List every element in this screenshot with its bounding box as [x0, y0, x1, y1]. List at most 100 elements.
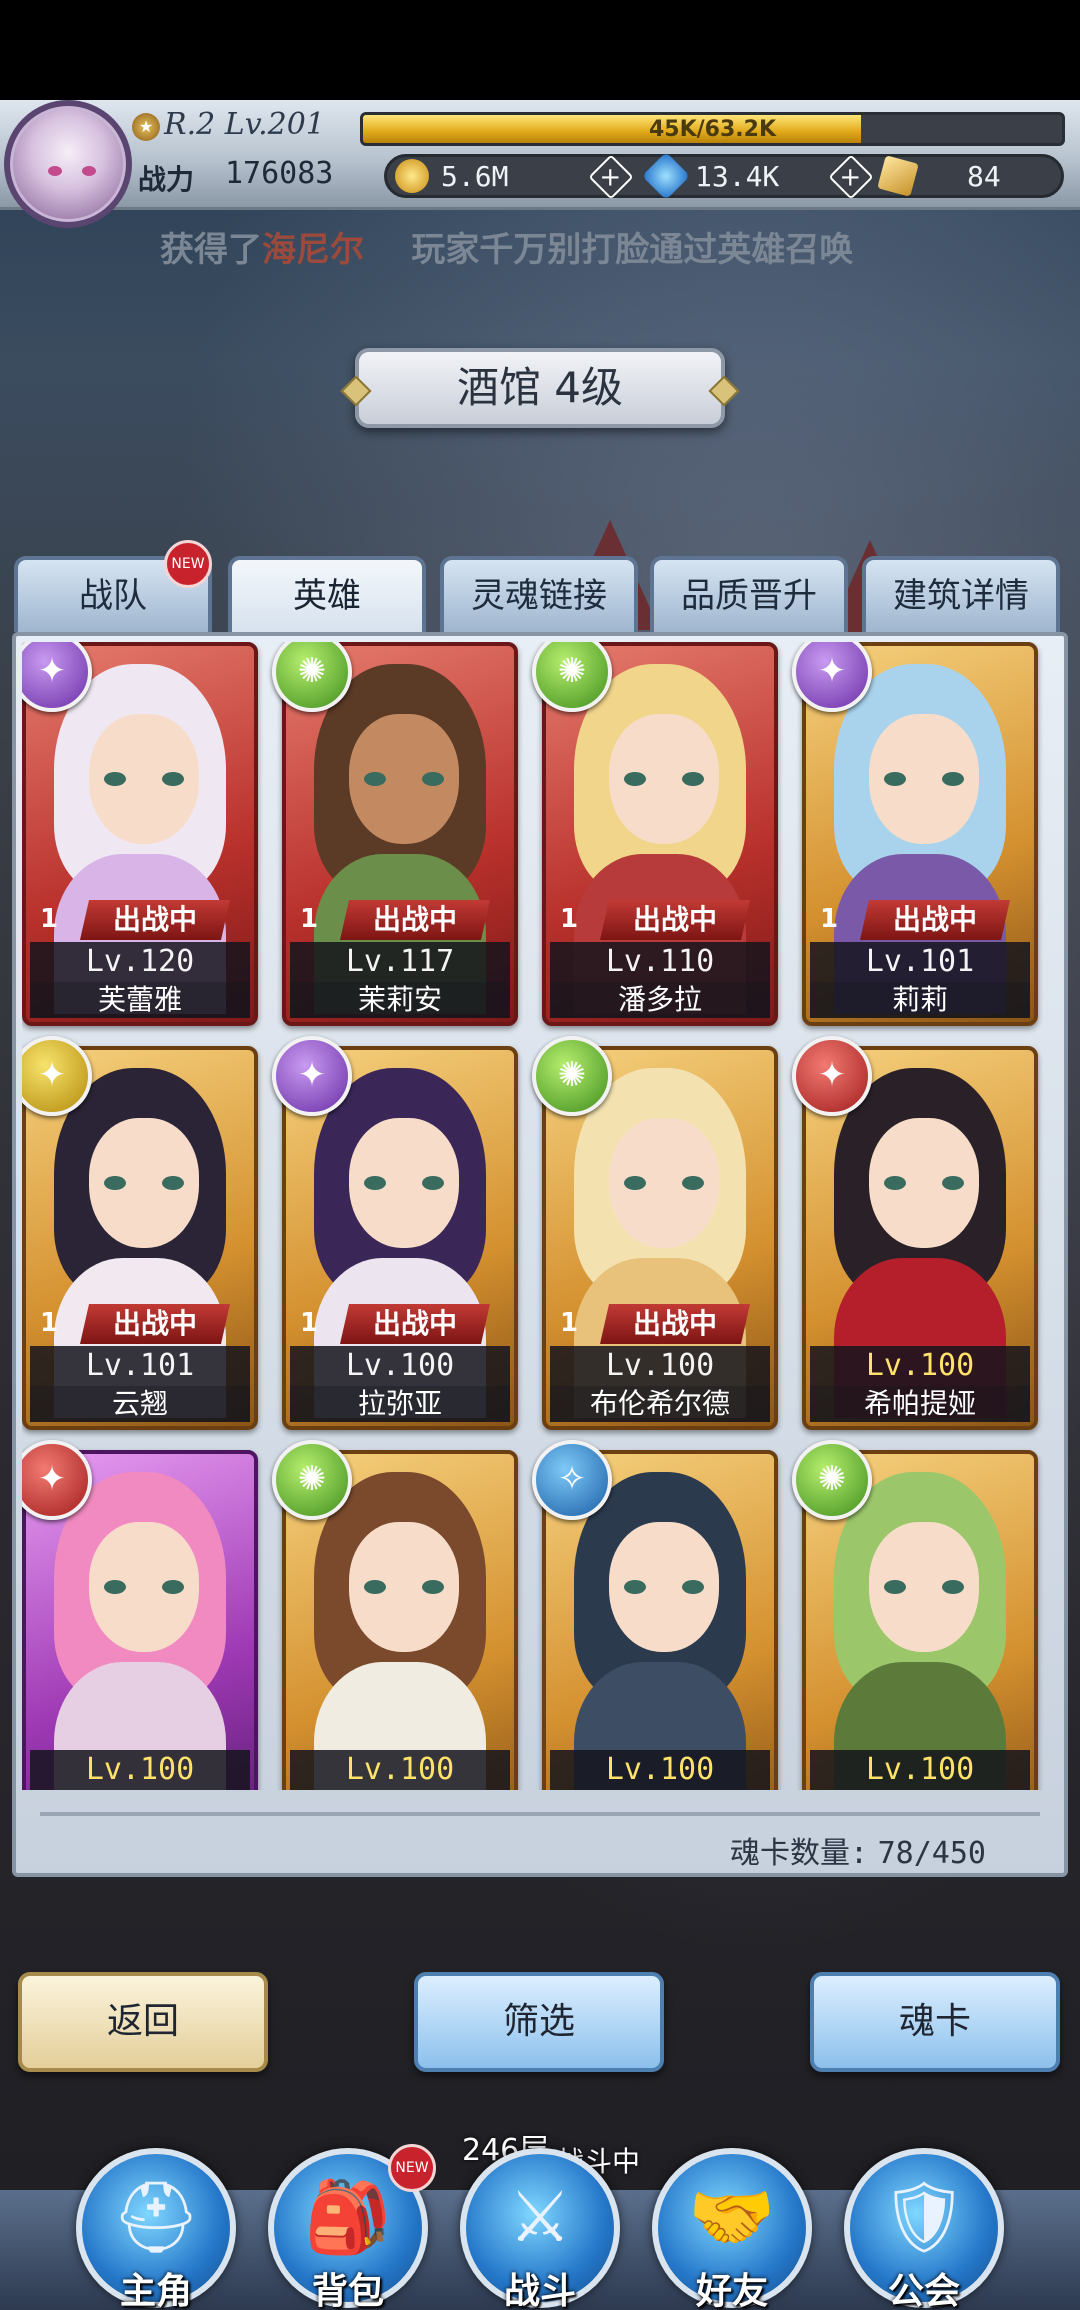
ticker-highlight: 海尼尔: [262, 230, 364, 270]
add-diamond-button[interactable]: +: [828, 154, 874, 200]
soul-card-count: 魂卡数量: 78/450: [730, 1828, 986, 1872]
xp-text: 45K/63.2K: [648, 117, 777, 142]
nav-guild-label: 公会: [887, 2271, 960, 2310]
tab-soul-link[interactable]: 灵魂链接: [440, 556, 638, 632]
hero-name: 潘多拉: [550, 982, 770, 1018]
element-green-icon: ✺: [272, 1440, 352, 1520]
hero-level: Lv.100: [550, 1750, 770, 1790]
hero-eyes: [104, 772, 184, 786]
hero-eyes: [364, 1580, 444, 1594]
handshake-icon: 🤝: [688, 2176, 776, 2258]
resource-card: 84: [877, 155, 1001, 197]
add-gold-button[interactable]: +: [588, 154, 634, 200]
deployed-ribbon: 出战中: [80, 1304, 230, 1344]
soul-card-count-value: 78/450: [877, 1836, 986, 1871]
hero-name: 拉弥亚: [290, 1386, 510, 1422]
tab-building-details[interactable]: 建筑详情: [862, 556, 1060, 632]
deployed-ribbon: 出战中: [80, 900, 230, 940]
hero-level: Lv.110: [550, 942, 770, 982]
page-title: 酒馆 4级: [355, 348, 725, 428]
deployed-ribbon: 出战中: [600, 1304, 750, 1344]
player-rank-level: R.2 Lv.201: [164, 107, 325, 142]
deployed-ribbon: 出战中: [340, 900, 490, 940]
guild-shield-icon: 🛡: [879, 2176, 969, 2258]
element-purple-icon: ✦: [272, 1036, 352, 1116]
deploy-slot-number: 1: [820, 904, 839, 934]
hero-level: Lv.101: [30, 1346, 250, 1386]
hero-eyes: [624, 772, 704, 786]
soul-card-count-label: 魂卡数量:: [730, 1836, 869, 1871]
element-blue-icon: ✧: [532, 1440, 612, 1520]
hero-level: Lv.101: [810, 942, 1030, 982]
hero-grid[interactable]: 1 出战中 Lv.120 芙蕾雅 ✦ 1 出战中 Lv.117 茉莉安 ✺ 1 出战中 Lv.110 潘多…: [22, 642, 1058, 1790]
hero-level: Lv.100: [30, 1750, 250, 1790]
avatar-eye: [82, 166, 96, 176]
element-green-icon: ✺: [532, 1036, 612, 1116]
deploy-slot-number: 1: [40, 904, 59, 934]
hero-level: Lv.117: [290, 942, 510, 982]
hero-level: Lv.100: [550, 1346, 770, 1386]
gold-value: 5.6M: [441, 159, 509, 193]
hero-eyes: [104, 1176, 184, 1190]
hero-name: 茉莉安: [290, 982, 510, 1018]
nav-battle-label: 战斗: [503, 2271, 576, 2310]
soul-card-button[interactable]: 魂卡: [810, 1972, 1060, 2072]
new-badge: NEW: [164, 540, 212, 588]
deployed-ribbon: 出战中: [340, 1304, 490, 1344]
back-button[interactable]: 返回: [18, 1972, 268, 2072]
player-avatar[interactable]: [4, 100, 132, 228]
deployed-ribbon: 出战中: [600, 900, 750, 940]
card-value: 84: [967, 159, 1001, 193]
gold-coin-icon: [395, 159, 429, 193]
hero-eyes: [884, 1176, 964, 1190]
filter-button[interactable]: 筛选: [414, 1972, 664, 2072]
resource-diamond: 13.4K: [641, 151, 780, 201]
hero-eyes: [624, 1176, 704, 1190]
rank-star-icon: ★: [132, 113, 160, 141]
hero-eyes: [884, 772, 964, 786]
hero-eyes: [364, 772, 444, 786]
hero-eyes: [364, 1176, 444, 1190]
announcement-ticker: 获得了海尼尔 玩家千万别打脸通过英雄召唤: [160, 222, 1020, 272]
deploy-slot-number: 1: [300, 904, 319, 934]
deploy-slot-number: 1: [300, 1308, 319, 1338]
hero-eyes: [104, 1580, 184, 1594]
tab-team-label: 战队: [79, 576, 147, 616]
nav-hero-label: 主角: [119, 2271, 192, 2310]
crossed-swords-icon: ⚔: [508, 2176, 572, 2258]
hero-name: 芙蕾雅: [30, 982, 250, 1018]
element-red-icon: ✦: [792, 1036, 872, 1116]
hero-level: Lv.100: [810, 1346, 1030, 1386]
helmet-icon: ⛑: [111, 2176, 201, 2258]
xp-progress-bar: 45K/63.2K: [360, 112, 1065, 146]
hero-name: 希帕提娅: [810, 1386, 1030, 1422]
power-value: 176083: [225, 156, 334, 191]
gold-card-icon: [877, 155, 919, 197]
player-rank: R.2: [164, 107, 216, 142]
blue-gem-icon: [641, 151, 691, 201]
deploy-slot-number: 1: [560, 904, 579, 934]
resource-gold: 5.6M: [395, 157, 508, 195]
player-level: Lv.201: [224, 107, 325, 142]
hero-name: 云翘: [30, 1386, 250, 1422]
tab-quality-upgrade[interactable]: 品质晋升: [650, 556, 848, 632]
backpack-new-badge: NEW: [388, 2144, 436, 2192]
deploy-slot-number: 1: [40, 1308, 59, 1338]
ticker-text-2: 玩家千万别打脸通过英雄召唤: [411, 230, 854, 270]
hero-level: Lv.100: [290, 1346, 510, 1386]
resource-bar: 5.6M + 13.4K + 84: [384, 151, 1064, 201]
tab-team[interactable]: 战队 NEW: [14, 540, 212, 632]
tab-heroes[interactable]: 英雄: [228, 556, 426, 632]
hero-eyes: [624, 1580, 704, 1594]
element-green-icon: ✺: [792, 1440, 872, 1520]
deployed-ribbon: 出战中: [860, 900, 1010, 940]
power-label: 战力: [138, 163, 195, 196]
hero-name: 布伦希尔德: [550, 1386, 770, 1422]
hero-level: Lv.120: [30, 942, 250, 982]
diamond-value: 13.4K: [695, 159, 780, 193]
hero-level: Lv.100: [810, 1750, 1030, 1790]
hero-eyes: [884, 1580, 964, 1594]
hero-level: Lv.100: [290, 1750, 510, 1790]
deploy-slot-number: 1: [560, 1308, 579, 1338]
nav-backpack-label: 背包: [311, 2271, 384, 2310]
